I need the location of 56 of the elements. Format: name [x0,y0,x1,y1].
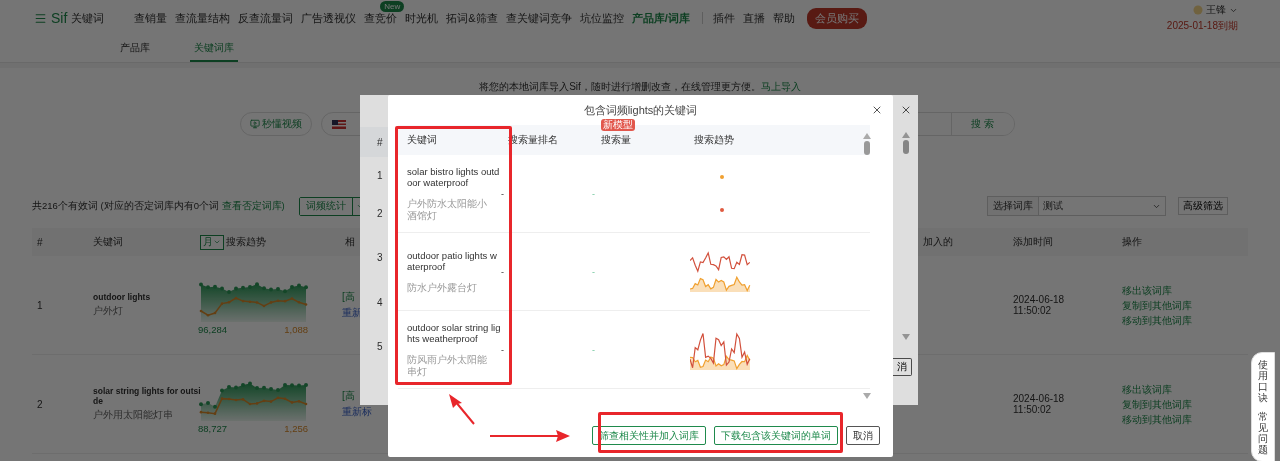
banner-text: 将您的本地词库导入Sif，随时进行增删改查，在线管理更方便。 [479,80,761,94]
added-date: 2024-06-18 [1013,294,1065,305]
rank-value: - [501,266,505,277]
search-volume: - [592,266,596,277]
rank-value: - [501,344,505,355]
new-badge: New [380,0,405,12]
relevance-tag: [高 [342,389,355,403]
side-tab-text: 常见问题 [1258,411,1268,455]
select-label: 选择词库 [988,197,1039,215]
column-header: 搜索趋势 [694,134,734,145]
relevance-tag: [高 [342,290,355,304]
summary-text: 共216个有效词 (对应的否定词库内有0个词 查看否定词库) [32,199,285,213]
keyword-translation: 户外用太阳能灯串 [93,408,173,422]
search-volume: - [592,344,596,355]
brand-logo: Sif [51,10,68,26]
column-header: 加入的 [923,235,953,249]
keyword-text: outdoor solar string lights weatherproof [407,321,502,344]
keyword-translation: 户外灯 [93,304,123,318]
select-value: 测试 [1043,199,1063,213]
search-volume: 88,727 [198,422,228,434]
new-model-badge: 新模型 [601,119,635,131]
search-volume: 96,284 [198,323,228,335]
dialog-title: 包含词频lights的关键词 [583,102,698,118]
search-volume: - [592,188,596,199]
added-time: 11:50:02 [1013,305,1052,316]
row-index: 1 [37,299,43,311]
keyword-text: outdoor patio lights waterproof [407,249,498,272]
rank-value: 1,256 [284,422,308,434]
brand-subtitle: 关键词 [71,10,105,26]
column-header: # [377,136,383,148]
keyword-text: outdoor lights [93,292,152,302]
column-header: 相 [345,235,355,249]
side-tab-text: 使用口诀 [1258,359,1268,403]
row-index: 3 [377,251,383,263]
column-header: 关键词 [407,134,437,145]
rank-value: - [501,188,505,199]
added-time: 11:50:02 [1013,404,1052,415]
keyword-text: solar string lights for outside [93,386,202,406]
expiry-date: 2025-01-18到期 [1166,19,1238,33]
added-date: 2024-06-18 [1013,393,1065,404]
keyword-translation: 户外防水太阳能小酒馆灯 [407,197,488,222]
column-header: 搜索趋势 [226,235,266,249]
column-header: 搜索量 [601,134,631,145]
row-index: 1 [377,169,383,181]
keyword-text: solar bistro lights outdoor waterproof [407,165,501,188]
row-index: 2 [377,207,383,219]
row-index: 5 [377,340,383,352]
column-header: 添加时间 [1013,235,1053,249]
column-header: # [37,236,43,248]
column-header: 关键词 [93,235,123,249]
row-index: 4 [377,296,383,308]
keyword-translation: 防水户外露台灯 [407,281,478,294]
row-index: 2 [37,398,43,410]
column-header: 操作 [1122,235,1142,249]
keyword-translation: 防风雨户外太阳能串灯 [407,353,488,378]
rank-value: 1,088 [284,323,308,335]
